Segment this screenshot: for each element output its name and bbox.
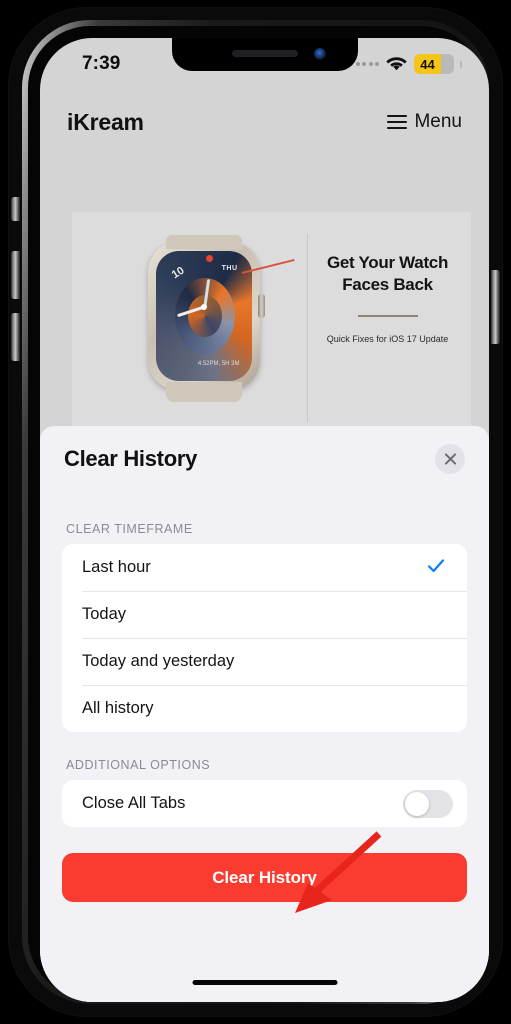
toggle-knob <box>405 791 429 816</box>
close-button[interactable] <box>435 444 465 474</box>
option-label: Today and yesterday <box>82 652 235 670</box>
option-label: Last hour <box>82 558 151 576</box>
power-button[interactable] <box>491 270 500 344</box>
clear-history-confirm-label: Clear History <box>212 867 317 887</box>
article-heading-line2: Faces Back <box>342 274 433 294</box>
wifi-icon <box>386 57 407 71</box>
battery-indicator: 44 <box>414 54 454 74</box>
sheet-title: Clear History <box>64 446 198 471</box>
article-heading: Get Your Watch Faces Back <box>322 252 453 296</box>
watch-complication-label: 4:52PM, 5H 3M <box>197 361 240 367</box>
menu-button-label: Menu <box>414 111 462 132</box>
clear-history-sheet: Clear History CLEAR TIMEFRAME Last hour … <box>40 426 489 1002</box>
watch-band-top <box>165 235 242 249</box>
article-divider <box>357 314 418 317</box>
checkmark-icon <box>427 557 445 575</box>
timeframe-option-today[interactable]: Today <box>62 591 467 638</box>
close-all-tabs-label: Close All Tabs <box>82 794 186 812</box>
timeframe-options-group: Last hour Today Today and yesterday All … <box>62 544 467 732</box>
watch-center-pin <box>200 304 207 310</box>
close-icon <box>443 452 458 467</box>
earpiece-speaker <box>231 50 298 57</box>
article-text-block: Get Your Watch Faces Back Quick Fixes fo… <box>322 252 453 344</box>
timeframe-option-all-history[interactable]: All history <box>62 685 467 732</box>
option-label: All history <box>82 699 154 717</box>
close-all-tabs-row[interactable]: Close All Tabs <box>62 780 467 827</box>
timeframe-option-today-and-yesterday[interactable]: Today and yesterday <box>62 638 467 685</box>
site-header: iKream Menu <box>40 84 489 160</box>
volume-down-button[interactable] <box>11 313 20 361</box>
hamburger-icon <box>387 115 408 129</box>
apple-watch-illustration: 10 THU 4:52PM, 5H 3M <box>147 235 295 402</box>
clear-history-confirm-button[interactable]: Clear History <box>62 853 467 902</box>
article-subtitle: Quick Fixes for iOS 17 Update <box>326 333 449 344</box>
phone-frame: 7:39 44 iKream Menu 10 THU 4:52PM, 5H 3M… <box>9 8 502 1016</box>
sheet-header: Clear History <box>40 426 489 496</box>
volume-up-button[interactable] <box>11 251 20 299</box>
additional-options-group: Close All Tabs <box>62 780 467 827</box>
option-label: Today <box>82 605 127 623</box>
watch-face: 10 THU 4:52PM, 5H 3M <box>155 251 252 381</box>
article-image: 10 THU 4:52PM, 5H 3M <box>100 234 308 422</box>
additional-options-label: ADDITIONAL OPTIONS <box>66 758 211 772</box>
battery-percentage: 44 <box>420 56 435 72</box>
site-logo[interactable]: iKream <box>67 109 144 136</box>
status-bar-indicators: 44 <box>355 54 462 74</box>
article-heading-line1: Get Your Watch <box>326 253 449 272</box>
watch-band-bottom <box>165 382 242 402</box>
device-notch <box>171 38 358 71</box>
status-bar-time: 7:39 <box>82 53 121 74</box>
mute-switch-button[interactable] <box>11 197 20 221</box>
front-camera-icon <box>313 48 326 60</box>
menu-button[interactable]: Menu <box>387 111 462 133</box>
home-indicator[interactable] <box>192 980 337 985</box>
battery-tip <box>460 60 462 68</box>
article-card[interactable]: 10 THU 4:52PM, 5H 3M Get Your Watch Face… <box>72 212 471 440</box>
watch-hour-marker: 10 <box>169 264 186 282</box>
timeframe-section-label: CLEAR TIMEFRAME <box>66 522 193 536</box>
phone-screen: 7:39 44 iKream Menu 10 THU 4:52PM, 5H 3M… <box>40 38 489 1002</box>
watch-digital-crown <box>257 294 265 318</box>
timeframe-option-last-hour[interactable]: Last hour <box>62 544 467 591</box>
watch-day-label: THU <box>221 265 238 272</box>
watch-status-dot <box>205 255 213 262</box>
close-all-tabs-toggle[interactable] <box>403 789 453 818</box>
signal-dots-icon <box>355 62 379 66</box>
